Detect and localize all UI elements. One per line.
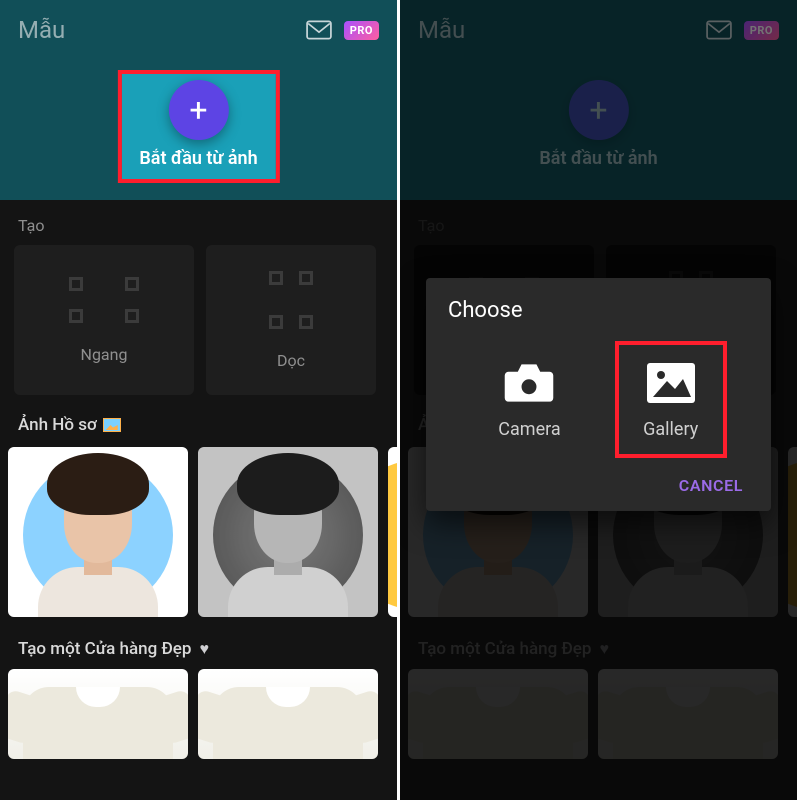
option-camera[interactable]: Camera: [474, 345, 584, 454]
mail-icon[interactable]: [306, 20, 332, 40]
portrait-frame-icon: [269, 271, 313, 329]
content: Tạo Ngang Dọc Ảnh Hồ sơ: [0, 200, 397, 759]
screen-left: Mẫu PRO + Bắt đầu từ ảnh Tạo Ngang: [0, 0, 400, 800]
picture-icon: [103, 418, 121, 432]
profile-template-3[interactable]: [388, 447, 400, 617]
dialog-options: Camera Gallery: [448, 345, 749, 468]
option-gallery[interactable]: Gallery: [619, 345, 723, 454]
hero-area: Mẫu PRO + Bắt đầu từ ảnh: [0, 0, 397, 200]
start-label: Bắt đầu từ ảnh: [139, 148, 257, 169]
avatar: [228, 447, 348, 595]
dialog-title: Choose: [448, 298, 749, 323]
create-card-label: Ngang: [81, 345, 128, 364]
profile-section-label: Ảnh Hồ sơ: [0, 395, 397, 447]
pro-badge[interactable]: PRO: [344, 21, 379, 40]
profile-template-1[interactable]: [8, 447, 188, 617]
create-card-landscape[interactable]: Ngang: [14, 245, 194, 395]
cancel-button[interactable]: CANCEL: [448, 468, 749, 497]
create-section-label: Tạo: [0, 200, 397, 245]
profile-thumb-row: [0, 447, 397, 617]
create-card-portrait[interactable]: Dọc: [206, 245, 376, 395]
top-icons: PRO: [306, 20, 379, 40]
gallery-icon: [643, 359, 699, 407]
create-row: Ngang Dọc: [0, 245, 397, 395]
page-title: Mẫu: [18, 16, 65, 44]
store-template-2[interactable]: [198, 669, 378, 759]
landscape-frame-icon: [69, 277, 139, 323]
option-label: Gallery: [643, 419, 698, 440]
start-from-photo[interactable]: + Bắt đầu từ ảnh: [121, 74, 275, 179]
avatar: [38, 447, 158, 595]
store-thumb-row: [0, 669, 397, 759]
create-card-label: Dọc: [277, 351, 305, 370]
top-bar: Mẫu PRO: [0, 0, 397, 44]
store-section-label: Tạo một Cửa hàng Đẹp ♥: [0, 617, 397, 669]
store-section-text: Tạo một Cửa hàng Đẹp: [18, 639, 191, 659]
store-template-1[interactable]: [8, 669, 188, 759]
screen-right: Mẫu PRO + Bắt đầu từ ảnh Tạo Ngang: [400, 0, 800, 800]
choose-dialog: Choose Camera Gallery CANCEL: [426, 278, 771, 511]
option-label: Camera: [498, 419, 560, 440]
plus-icon: +: [168, 80, 228, 140]
profile-section-text: Ảnh Hồ sơ: [18, 415, 97, 435]
heart-icon: ♥: [199, 639, 209, 659]
profile-template-2[interactable]: [198, 447, 378, 617]
camera-icon: [501, 359, 557, 407]
